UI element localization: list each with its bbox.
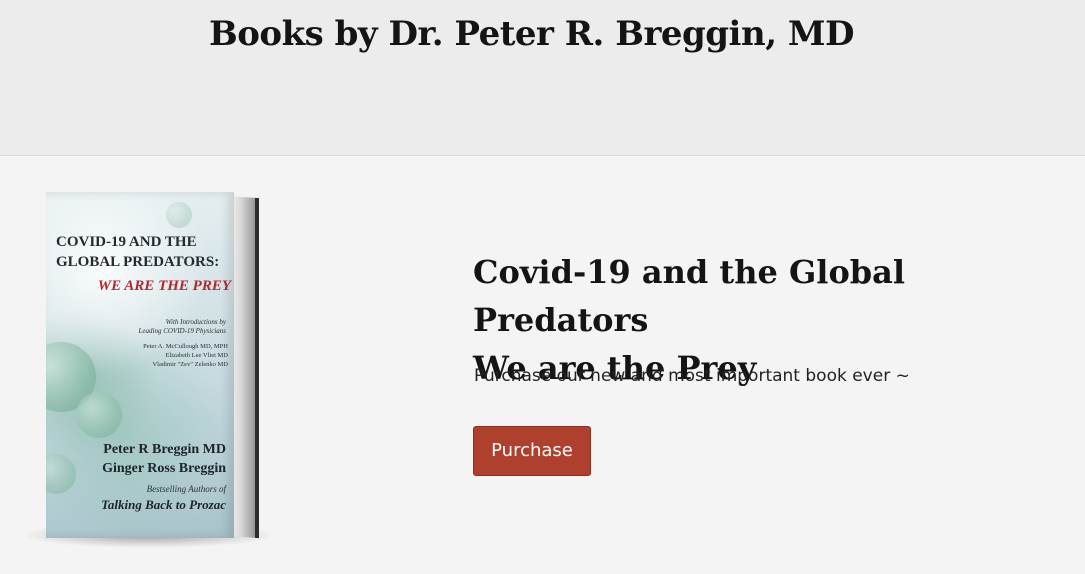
- cover-intro-line: With Introductions by: [165, 318, 226, 326]
- cover-author: Ginger Ross Breggin: [102, 461, 226, 476]
- cover-title-line: GLOBAL PREDATORS:: [56, 254, 220, 270]
- purchase-button[interactable]: Purchase: [473, 426, 591, 476]
- cover-authors: Peter R Breggin MD Ginger Ross Breggin: [56, 440, 226, 478]
- page-title: Books by Dr. Peter R. Breggin, MD: [208, 14, 855, 54]
- book-section: COVID-19 AND THE GLOBAL PREDATORS: WE AR…: [0, 156, 1085, 574]
- cover-intro-name: Elizabeth Lee Vliet MD: [165, 352, 228, 359]
- cover-intro-name: Peter A. McCullough MD, MPH: [143, 343, 228, 350]
- book-title-line: Covid-19 and the Global Predators: [473, 253, 906, 339]
- cover-previous-book: Talking Back to Prozac: [101, 497, 226, 512]
- book-cover: COVID-19 AND THE GLOBAL PREDATORS: WE AR…: [46, 192, 234, 538]
- cover-bestselling: Bestselling Authors of: [146, 484, 226, 494]
- cover-intro-name: Vladimir "Zev" Zelenko MD: [152, 361, 228, 368]
- page-header: Books by Dr. Peter R. Breggin, MD: [0, 0, 1085, 156]
- cover-intro-line: Leading COVID-19 Physicians: [138, 327, 227, 335]
- book-cover-image[interactable]: COVID-19 AND THE GLOBAL PREDATORS: WE AR…: [24, 192, 280, 552]
- cover-intro-names: Peter A. McCullough MD, MPH Elizabeth Le…: [66, 342, 228, 369]
- virus-graphic: [166, 202, 192, 228]
- cover-title: COVID-19 AND THE GLOBAL PREDATORS:: [56, 232, 231, 272]
- cover-intro: With Introductions by Leading COVID-19 P…: [66, 318, 227, 336]
- book-description: Purchase our new and most important book…: [474, 366, 910, 386]
- cover-author: Peter R Breggin MD: [103, 442, 226, 457]
- virus-graphic: [76, 392, 122, 438]
- cover-subtitle: WE ARE THE PREY: [97, 278, 231, 294]
- cover-title-line: COVID-19 AND THE: [56, 234, 197, 250]
